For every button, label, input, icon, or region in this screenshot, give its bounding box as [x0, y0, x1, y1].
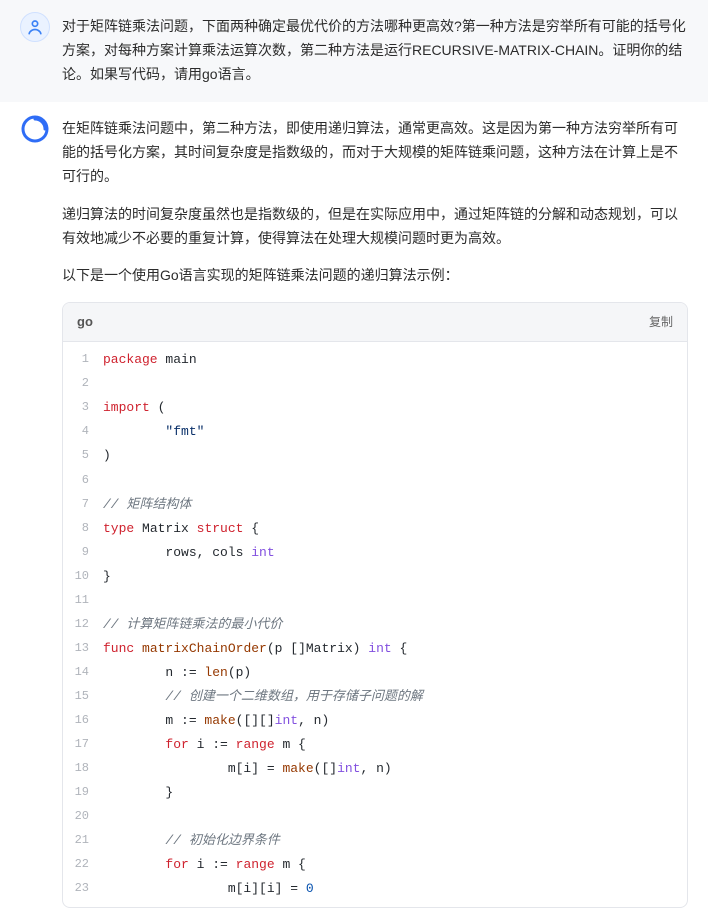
line-content: type Matrix struct { [103, 517, 687, 541]
code-line: 14 n := len(p) [63, 661, 687, 685]
code-line: 23 m[i][i] = 0 [63, 877, 687, 901]
code-body[interactable]: 1package main2 3import (4 "fmt"5)6 7// 矩… [63, 342, 687, 907]
line-number: 17 [63, 733, 103, 757]
line-number: 20 [63, 805, 103, 829]
user-message: 对于矩阵链乘法问题，下面两种确定最优代价的方法哪种更高效?第一种方法是穷举所有可… [0, 0, 708, 102]
line-content: // 矩阵结构体 [103, 493, 687, 517]
code-line: 10} [63, 565, 687, 589]
line-number: 9 [63, 541, 103, 565]
code-line: 6 [63, 469, 687, 493]
code-line: 13func matrixChainOrder(p []Matrix) int … [63, 637, 687, 661]
line-number: 4 [63, 420, 103, 444]
code-lang-label: go [77, 311, 93, 333]
line-content: m := make([][]int, n) [103, 709, 687, 733]
line-content: rows, cols int [103, 541, 687, 565]
line-number: 1 [63, 348, 103, 372]
line-number: 5 [63, 444, 103, 468]
line-content [103, 469, 687, 493]
user-text: 对于矩阵链乘法问题，下面两种确定最优代价的方法哪种更高效?第一种方法是穷举所有可… [62, 15, 688, 86]
line-number: 18 [63, 757, 103, 781]
line-number: 12 [63, 613, 103, 637]
line-content [103, 589, 687, 613]
line-number: 16 [63, 709, 103, 733]
assistant-p2: 递归算法的时间复杂度虽然也是指数级的，但是在实际应用中，通过矩阵链的分解和动态规… [62, 203, 688, 251]
line-content: ) [103, 444, 687, 468]
line-content: "fmt" [103, 420, 687, 444]
line-content: // 创建一个二维数组，用于存储子问题的解 [103, 685, 687, 709]
line-number: 10 [63, 565, 103, 589]
line-content: // 初始化边界条件 [103, 829, 687, 853]
swirl-icon [20, 114, 50, 144]
code-line: 15 // 创建一个二维数组，用于存储子问题的解 [63, 685, 687, 709]
line-number: 21 [63, 829, 103, 853]
assistant-avatar [20, 114, 50, 144]
code-line: 3import ( [63, 396, 687, 420]
line-content: m[i] = make([]int, n) [103, 757, 687, 781]
line-number: 15 [63, 685, 103, 709]
code-line: 7// 矩阵结构体 [63, 493, 687, 517]
code-line: 5) [63, 444, 687, 468]
line-number: 11 [63, 589, 103, 613]
assistant-p3: 以下是一个使用Go语言实现的矩阵链乘法问题的递归算法示例： [62, 264, 688, 288]
line-number: 6 [63, 469, 103, 493]
code-line: 18 m[i] = make([]int, n) [63, 757, 687, 781]
code-line: 12// 计算矩阵链乘法的最小代价 [63, 613, 687, 637]
line-content: for i := range m { [103, 853, 687, 877]
person-icon [25, 17, 45, 37]
code-line: 4 "fmt" [63, 420, 687, 444]
line-number: 13 [63, 637, 103, 661]
user-content: 对于矩阵链乘法问题，下面两种确定最优代价的方法哪种更高效?第一种方法是穷举所有可… [62, 12, 688, 86]
code-line: 8type Matrix struct { [63, 517, 687, 541]
line-content: import ( [103, 396, 687, 420]
line-content: n := len(p) [103, 661, 687, 685]
code-line: 19 } [63, 781, 687, 805]
code-block: go 复制 1package main2 3import (4 "fmt"5)6… [62, 302, 688, 908]
line-content: } [103, 565, 687, 589]
line-content: // 计算矩阵链乘法的最小代价 [103, 613, 687, 637]
line-number: 23 [63, 877, 103, 901]
code-line: 22 for i := range m { [63, 853, 687, 877]
line-number: 19 [63, 781, 103, 805]
line-number: 8 [63, 517, 103, 541]
assistant-p1: 在矩阵链乘法问题中，第二种方法，即使用递归算法，通常更高效。这是因为第一种方法穷… [62, 117, 688, 188]
line-content: for i := range m { [103, 733, 687, 757]
line-number: 2 [63, 372, 103, 396]
code-line: 20 [63, 805, 687, 829]
code-line: 16 m := make([][]int, n) [63, 709, 687, 733]
line-content [103, 805, 687, 829]
line-content: package main [103, 348, 687, 372]
copy-button[interactable]: 复制 [649, 312, 673, 332]
line-number: 22 [63, 853, 103, 877]
assistant-message: 在矩阵链乘法问题中，第二种方法，即使用递归算法，通常更高效。这是因为第一种方法穷… [0, 102, 708, 924]
line-number: 3 [63, 396, 103, 420]
code-line: 9 rows, cols int [63, 541, 687, 565]
line-content: } [103, 781, 687, 805]
line-content [103, 372, 687, 396]
line-number: 7 [63, 493, 103, 517]
line-content: func matrixChainOrder(p []Matrix) int { [103, 637, 687, 661]
code-line: 2 [63, 372, 687, 396]
code-line: 11 [63, 589, 687, 613]
code-line: 17 for i := range m { [63, 733, 687, 757]
user-avatar [20, 12, 50, 42]
code-line: 1package main [63, 348, 687, 372]
line-content: m[i][i] = 0 [103, 877, 687, 901]
code-header: go 复制 [63, 303, 687, 342]
line-number: 14 [63, 661, 103, 685]
code-line: 21 // 初始化边界条件 [63, 829, 687, 853]
assistant-content: 在矩阵链乘法问题中，第二种方法，即使用递归算法，通常更高效。这是因为第一种方法穷… [62, 114, 688, 908]
